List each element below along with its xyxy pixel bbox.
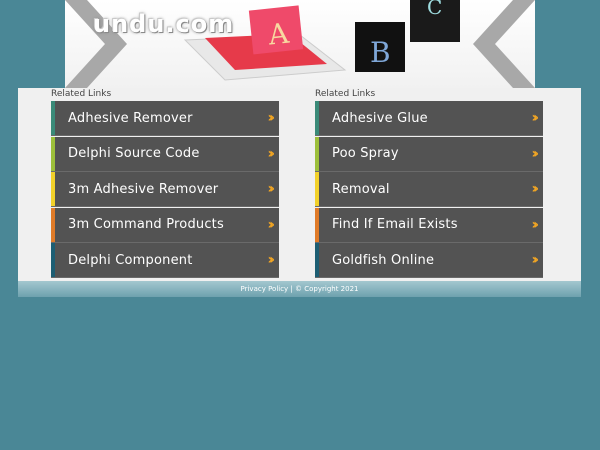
accent-bar [51, 172, 55, 207]
accent-bar [51, 101, 55, 135]
header: A B C undu.com [0, 0, 600, 88]
double-chevron-right-icon: ›› [267, 145, 274, 162]
double-chevron-right-icon: ›› [267, 110, 274, 126]
link-label: Delphi Component [68, 252, 193, 268]
footer-links[interactable]: Privacy Policy | © Copyright 2021 [241, 285, 359, 293]
link-item[interactable]: Delphi Component ›› [51, 243, 279, 279]
accent-bar [315, 101, 319, 135]
link-item[interactable]: 3m Command Products ›› [51, 207, 279, 243]
double-chevron-right-icon: ›› [531, 110, 538, 126]
column-label: Related Links [51, 89, 112, 99]
double-chevron-right-icon: ›› [531, 145, 538, 162]
block-letter-b: B [370, 36, 391, 69]
accent-bar [51, 207, 55, 242]
double-chevron-right-icon: ›› [531, 216, 538, 233]
footer: Privacy Policy | © Copyright 2021 [18, 281, 581, 297]
link-label: Goldfish Online [332, 252, 435, 268]
accent-bar [51, 136, 55, 171]
link-item[interactable]: Delphi Source Code ›› [51, 136, 279, 172]
site-logo[interactable]: undu.com [93, 10, 234, 38]
link-item[interactable]: Poo Spray ›› [315, 136, 543, 172]
link-label: 3m Adhesive Remover [68, 181, 219, 197]
link-label: Find If Email Exists [332, 217, 458, 233]
link-item[interactable]: Goldfish Online ›› [315, 243, 543, 279]
accent-bar [315, 243, 319, 278]
block-letter-a: A [266, 17, 291, 52]
double-chevron-right-icon: ›› [531, 252, 538, 269]
link-label: Adhesive Remover [68, 110, 193, 126]
link-item[interactable]: Adhesive Remover ›› [51, 101, 279, 136]
accent-bar [51, 243, 55, 278]
links-column-right: Related Links Adhesive Glue ›› Poo Spray ›… [315, 88, 543, 279]
link-item[interactable]: 3m Adhesive Remover ›› [51, 172, 279, 208]
link-label: Delphi Source Code [68, 146, 200, 162]
link-item[interactable]: Find If Email Exists ›› [315, 207, 543, 243]
link-label: 3m Command Products [68, 217, 224, 233]
main-content: Related Links Adhesive Remover ›› Delphi … [18, 88, 581, 281]
block-letter-c: C [427, 0, 442, 19]
link-item[interactable]: Adhesive Glue ›› [315, 101, 543, 136]
accent-bar [315, 207, 319, 242]
link-item[interactable]: Removal ›› [315, 172, 543, 208]
accent-bar [315, 172, 319, 207]
accent-bar [315, 136, 319, 171]
link-label: Removal [332, 181, 390, 197]
column-label: Related Links [315, 89, 376, 99]
double-chevron-right-icon: ›› [267, 181, 274, 198]
double-chevron-right-icon: ›› [267, 216, 274, 233]
links-column-left: Related Links Adhesive Remover ›› Delphi … [51, 88, 279, 279]
double-chevron-right-icon: ›› [531, 181, 538, 198]
link-label: Poo Spray [332, 146, 399, 162]
link-label: Adhesive Glue [332, 110, 428, 126]
double-chevron-right-icon: ›› [267, 252, 274, 269]
